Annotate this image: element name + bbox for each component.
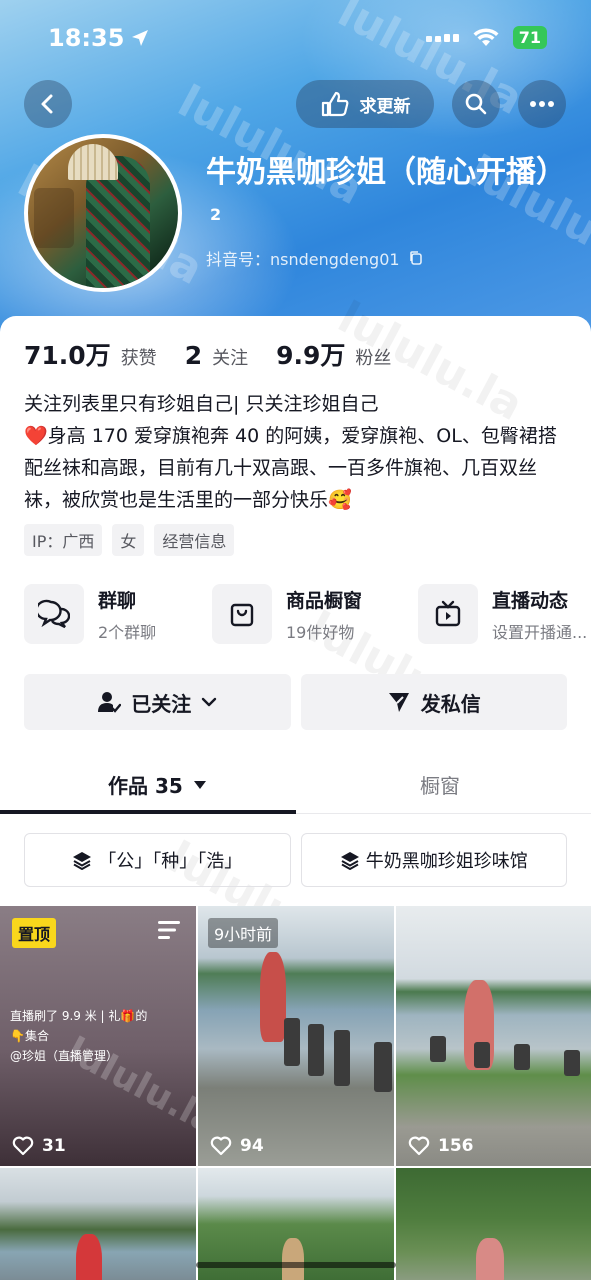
video-tile[interactable]: 9小时前 94 xyxy=(198,906,394,1166)
followed-button[interactable]: 已关注 xyxy=(24,674,291,730)
following-label[interactable]: 关注 xyxy=(212,344,248,370)
group-chat-subtitle: 2个群聊 xyxy=(98,622,157,642)
chevron-down-icon xyxy=(202,697,217,707)
product-showcase-subtitle: 19件好物 xyxy=(286,622,355,642)
cellular-signal-icon xyxy=(425,33,459,42)
list-menu-icon xyxy=(158,921,180,939)
tab-works-label: 作品 35 xyxy=(108,774,183,798)
video-caption: 直播刷了 9.9 米 | 礼🎁的 👇集合 @珍姐（直播管理） xyxy=(10,1009,148,1063)
search-icon xyxy=(465,93,487,115)
video-tile[interactable]: 156 xyxy=(396,906,591,1166)
douyin-id-text: 抖音号：nsndengdeng01 xyxy=(206,250,400,269)
name-badge: 2 xyxy=(210,205,222,224)
tab-showcase[interactable]: 橱窗 xyxy=(420,770,460,799)
caret-down-icon xyxy=(193,780,206,789)
send-message-label: 发私信 xyxy=(420,691,481,716)
more-button[interactable] xyxy=(518,80,566,128)
shopping-bag-icon xyxy=(212,584,272,644)
chat-bubbles-icon xyxy=(24,584,84,644)
send-plane-icon xyxy=(388,693,409,712)
bio-line-1: 关注列表里只有珍姐自己| 只关注珍姐自己 xyxy=(24,393,379,415)
pointing-hand-icon xyxy=(321,91,348,117)
bio-line-2: 身高 170 爱穿旗袍奔 40 的阿姨，爱穿旗袍、OL、包臀裙搭配丝袜和高跟，目… xyxy=(24,425,557,511)
collection-label: 牛奶黑咖珍姐珍味馆 xyxy=(365,851,528,872)
more-dots-icon xyxy=(530,101,554,107)
live-updates-subtitle: 设置开播通... xyxy=(492,622,588,642)
like-count: 31 xyxy=(12,1136,66,1156)
status-bar: 18:35 71 xyxy=(0,0,591,80)
active-tab-indicator xyxy=(0,810,296,814)
send-message-button[interactable]: 发私信 xyxy=(300,674,567,730)
profile-actions: 已关注 发私信 xyxy=(24,674,567,730)
video-tile[interactable] xyxy=(396,1168,591,1280)
collection-item[interactable]: 牛奶黑咖珍姐珍味馆 xyxy=(300,833,567,887)
search-button[interactable] xyxy=(452,80,500,128)
live-updates-title: 直播动态 xyxy=(492,589,569,612)
live-updates-entry[interactable]: 直播动态 设置开播通... xyxy=(418,584,587,644)
followed-label: 已关注 xyxy=(131,691,192,716)
tab-works[interactable]: 作品 35 xyxy=(108,770,207,799)
video-tile[interactable]: 置顶 直播刷了 9.9 米 | 礼🎁的 👇集合 @珍姐（直播管理） lululu… xyxy=(0,906,196,1166)
pinned-badge: 置顶 xyxy=(12,918,57,948)
layers-icon xyxy=(73,852,92,870)
home-indicator[interactable] xyxy=(196,1262,396,1268)
user-check-icon xyxy=(98,692,122,713)
profile-tags: IP：广西 女 经营信息 xyxy=(24,524,235,556)
battery-indicator: 71 xyxy=(512,26,547,49)
group-chat-title: 群聊 xyxy=(98,589,137,612)
feature-entries: 群聊 2个群聊 商品橱窗 19件好物 直播动态 设置开播通... xyxy=(24,584,591,646)
product-showcase-entry[interactable]: 商品橱窗 19件好物 xyxy=(212,584,362,644)
time-badge: 9小时前 xyxy=(208,918,279,948)
tag-business-info[interactable]: 经营信息 xyxy=(154,524,235,556)
collections-row: 「公」「种」「浩」 牛奶黑咖珍姐珍味馆 xyxy=(24,833,567,887)
copy-icon[interactable] xyxy=(408,250,424,266)
video-grid: 置顶 直播刷了 9.9 米 | 礼🎁的 👇集合 @珍姐（直播管理） lululu… xyxy=(0,906,591,1280)
request-update-button[interactable]: 求更新 xyxy=(296,80,434,128)
tag-gender: 女 xyxy=(112,524,145,556)
back-button[interactable] xyxy=(24,80,72,128)
heart-outline-icon xyxy=(12,1136,34,1156)
like-count: 94 xyxy=(210,1136,264,1156)
heart-outline-icon xyxy=(210,1136,232,1156)
location-arrow-icon xyxy=(132,30,149,46)
smiling-face-emoji: 🥰 xyxy=(328,489,352,511)
like-count: 156 xyxy=(408,1136,474,1156)
video-tile[interactable] xyxy=(0,1168,196,1280)
douyin-id[interactable]: 抖音号：nsndengdeng01 xyxy=(206,246,424,270)
content-tabs: 作品 35 橱窗 xyxy=(0,756,591,814)
avatar[interactable] xyxy=(24,134,182,292)
layers-icon xyxy=(340,852,359,870)
tv-icon xyxy=(418,584,478,644)
likes-label: 获赞 xyxy=(120,348,157,369)
profile-card: lululu.la lululu.la lululu.la 71.0万 获赞 2… xyxy=(0,292,591,1280)
heart-emoji: ❤️ xyxy=(24,425,48,447)
collection-label: 「公」「种」「浩」 xyxy=(98,851,243,872)
profile-bio: 关注列表里只有珍姐自己| 只关注珍姐自己 ❤️身高 170 爱穿旗袍奔 40 的… xyxy=(24,388,569,516)
group-chat-entry[interactable]: 群聊 2个群聊 xyxy=(24,584,156,644)
profile-stats: 71.0万 获赞 2 关注 9.9万 粉丝 xyxy=(24,336,409,372)
following-count[interactable]: 2 xyxy=(185,341,202,370)
chevron-left-icon xyxy=(41,94,53,114)
followers-label[interactable]: 粉丝 xyxy=(355,344,391,370)
collection-item[interactable]: 「公」「种」「浩」 xyxy=(24,833,291,887)
wifi-icon xyxy=(473,27,499,46)
request-update-label: 求更新 xyxy=(359,96,411,117)
status-time: 18:35 xyxy=(48,24,125,52)
product-showcase-title: 商品橱窗 xyxy=(286,589,363,612)
profile-name-text: 牛奶黑咖珍姐（随心开播） xyxy=(206,155,566,190)
top-action-bar: 求更新 xyxy=(0,80,591,130)
followers-count[interactable]: 9.9万 xyxy=(276,336,345,372)
heart-outline-icon xyxy=(408,1136,430,1156)
likes-count: 71.0万 xyxy=(24,341,111,370)
tag-ip: IP：广西 xyxy=(24,524,103,556)
profile-name: 牛奶黑咖珍姐（随心开播） 2 xyxy=(206,152,566,243)
